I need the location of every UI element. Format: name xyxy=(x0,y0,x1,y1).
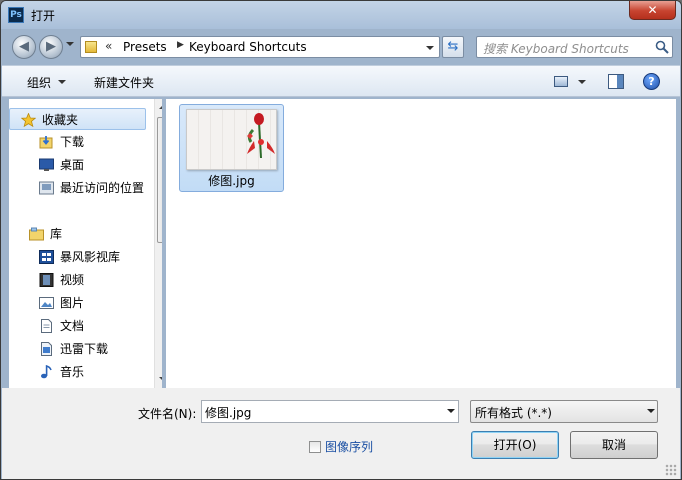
sidebar-item-video-library[interactable]: 暴风影视库 xyxy=(9,246,146,268)
sidebar-item-label: 图片 xyxy=(60,296,85,310)
dialog-footer: 文件名(N): 修图.jpg 所有格式 (*.*) 图像序列 打开(O) 取消 xyxy=(2,388,680,479)
preview-pane-icon[interactable] xyxy=(608,74,624,89)
sidebar-item-label: 音乐 xyxy=(60,365,85,379)
video-icon xyxy=(39,273,54,287)
view-options-dropdown-icon[interactable] xyxy=(578,80,586,84)
window-title: 打开 xyxy=(31,9,56,23)
command-bar: 组织 新建文件夹 ? xyxy=(2,65,680,97)
open-file-dialog: Ps 打开 ✕ ◀ ▶ « Presets ▶ Keyboard Shortcu… xyxy=(0,0,682,480)
image-thumbnail xyxy=(186,109,277,170)
recent-places-icon xyxy=(39,181,54,195)
sidebar-item-label: 最近访问的位置 xyxy=(60,181,145,195)
folder-icon xyxy=(85,41,97,53)
title-bar[interactable]: Ps 打开 ✕ xyxy=(1,1,681,29)
scrollbar-thumb[interactable] xyxy=(157,117,162,243)
breadcrumb-keyboard-shortcuts[interactable]: Keyboard Shortcuts xyxy=(189,40,307,54)
scroll-down-icon[interactable] xyxy=(159,377,162,381)
file-name: 修图.jpg xyxy=(208,174,255,188)
sidebar-item-label: 视频 xyxy=(60,273,85,287)
address-dropdown-icon[interactable] xyxy=(426,46,434,50)
star-icon xyxy=(21,113,36,127)
change-view-icon[interactable] xyxy=(554,76,568,87)
help-icon[interactable]: ? xyxy=(643,73,660,90)
file-list: 修图.jpg xyxy=(166,99,676,388)
recent-locations-dropdown-icon[interactable] xyxy=(66,42,74,46)
search-input[interactable]: 搜索 Keyboard Shortcuts xyxy=(476,36,673,58)
sidebar-item-documents[interactable]: 文档 xyxy=(9,315,146,337)
open-button[interactable]: 打开(O) xyxy=(471,431,559,459)
organize-button[interactable]: 组织 xyxy=(27,74,51,91)
video-library-icon xyxy=(39,250,54,264)
new-folder-button[interactable]: 新建文件夹 xyxy=(94,74,154,91)
close-button[interactable]: ✕ xyxy=(629,1,676,20)
breadcrumb-presets[interactable]: Presets xyxy=(123,40,167,54)
sidebar-item-label: 库 xyxy=(50,227,63,241)
scroll-up-icon[interactable] xyxy=(159,105,162,109)
back-button[interactable]: ◀ xyxy=(12,35,36,59)
address-overflow-chevron[interactable]: « xyxy=(105,39,112,53)
forward-button[interactable]: ▶ xyxy=(39,35,63,59)
sidebar-item-label: 桌面 xyxy=(60,158,85,172)
search-icon[interactable] xyxy=(655,40,669,54)
filename-label: 文件名(N): xyxy=(138,407,197,421)
navigation-scrollbar[interactable] xyxy=(154,99,162,388)
thunder-download-icon xyxy=(41,342,52,356)
rose-photo-thumbnail xyxy=(247,113,275,159)
chevron-down-icon[interactable] xyxy=(647,409,655,413)
sidebar-item-pictures[interactable]: 图片 xyxy=(9,292,146,314)
sidebar-item-recent-places[interactable]: 最近访问的位置 xyxy=(9,177,146,199)
refresh-button[interactable]: ⇆ xyxy=(442,36,464,58)
libraries-icon xyxy=(29,227,44,241)
download-folder-icon xyxy=(39,136,53,149)
desktop-icon xyxy=(39,158,54,171)
sidebar-item-videos[interactable]: 视频 xyxy=(9,269,146,291)
sidebar-item-label: 收藏夹 xyxy=(42,113,79,127)
sidebar-item-libraries[interactable]: 库 xyxy=(9,223,146,245)
sidebar-item-label: 迅雷下载 xyxy=(60,342,109,356)
refresh-icon: ⇆ xyxy=(447,39,459,54)
sidebar-item-thunder-downloads[interactable]: 迅雷下载 xyxy=(9,338,146,360)
image-sequence-label[interactable]: 图像序列 xyxy=(325,438,373,455)
sidebar-item-music[interactable]: 音乐 xyxy=(9,361,146,383)
documents-icon xyxy=(41,319,52,333)
file-item[interactable]: 修图.jpg xyxy=(179,104,284,192)
address-bar[interactable]: « Presets ▶ Keyboard Shortcuts xyxy=(80,36,440,58)
sidebar-item-label: 文档 xyxy=(60,319,85,333)
music-icon xyxy=(41,365,52,379)
navigation-pane: 收藏夹 下载 桌面 最近访问的位置 库 暴风影视库 视频 图片 文档 迅雷下载 … xyxy=(9,99,162,388)
cancel-button[interactable]: 取消 xyxy=(570,431,658,459)
filename-history-dropdown-icon[interactable] xyxy=(447,409,455,413)
resize-grip-icon[interactable] xyxy=(665,464,677,476)
breadcrumb-separator-icon[interactable]: ▶ xyxy=(177,40,184,50)
image-sequence-checkbox[interactable] xyxy=(309,441,321,453)
search-placeholder: 搜索 Keyboard Shortcuts xyxy=(483,42,629,56)
chevron-down-icon[interactable] xyxy=(58,80,66,84)
sidebar-item-downloads[interactable]: 下载 xyxy=(9,131,146,153)
sidebar-item-desktop[interactable]: 桌面 xyxy=(9,154,146,176)
pictures-icon xyxy=(39,297,54,309)
sidebar-item-favorites[interactable]: 收藏夹 xyxy=(9,108,146,130)
photoshop-icon: Ps xyxy=(8,7,24,23)
filename-field[interactable]: 修图.jpg xyxy=(201,400,459,423)
sidebar-item-label: 下载 xyxy=(60,135,85,149)
file-type-select[interactable]: 所有格式 (*.*) xyxy=(470,400,658,423)
sidebar-item-label: 暴风影视库 xyxy=(60,250,121,264)
